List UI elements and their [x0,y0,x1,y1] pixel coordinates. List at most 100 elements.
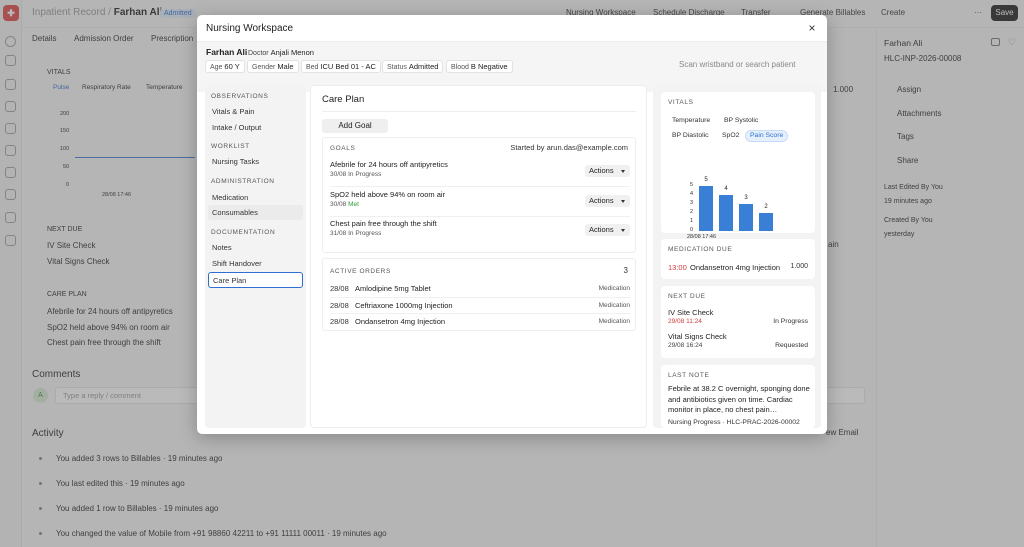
active-orders-box: ACTIVE ORDERS 3 28/08 Amlodipine 5mg Tab… [322,258,636,331]
order-row: 28/08 Amlodipine 5mg Tablet Medication [330,281,630,297]
order-type: Medication [598,285,630,292]
nav-medication[interactable]: Medication [208,190,303,205]
order-date: 28/08 [330,317,349,326]
goal-status: In Progress [348,171,382,178]
last-note-text: Febrile at 38.2 C overnight, sponging do… [668,384,810,414]
goal-actions-dropdown[interactable]: Actions [585,165,630,177]
nav-notes[interactable]: Notes [208,240,303,255]
order-type: Medication [598,318,630,325]
order-date: 28/08 [330,284,349,293]
nav-heading: DOCUMENTATION [211,229,276,236]
nav-care-plan[interactable]: Care Plan [208,272,303,288]
goal-meta: 31/08 In Progress [330,230,381,237]
chart-data-label: 2 [764,204,768,210]
nav-vitals-pain[interactable]: Vitals & Pain [208,104,303,119]
blood-label: Blood [451,64,469,71]
goal-date: 31/08 [330,230,347,237]
next-due-card: NEXT DUE IV Site Check 29/08 11:24 In Pr… [661,286,815,358]
care-plan-title: Care Plan [322,94,365,105]
nav-heading: ADMINISTRATION [211,178,275,185]
order-type: Medication [598,302,630,309]
order-name: Ondansetron 4mg Injection [355,317,446,326]
patient-name: Farhan Ali [206,47,248,57]
goal-name: Chest pain free through the shift [330,219,437,228]
gender-chip: Gender Male [247,60,299,73]
order-date: 28/08 [330,301,349,310]
chart-data-label: 4 [724,186,728,192]
y-tick-label: 0 [689,227,693,233]
last-note-card: LAST NOTE Febrile at 38.2 C overnight, s… [661,365,815,428]
blood-chip: Blood B Negative [446,60,513,73]
orders-count: 3 [623,266,628,275]
order-name: Ceftriaxone 1000mg Injection [355,301,453,310]
dialog-title: Nursing Workspace [206,23,294,34]
vitals-card: VITALS Temperature BP Systolic BP Diasto… [661,92,815,240]
order-row: 28/08 Ondansetron 4mg Injection Medicati… [330,313,630,329]
chart-bar [739,204,753,231]
next-due-when: 29/08 11:24 [668,318,702,325]
last-note-footer: Nursing Progress · HLC-PRAC-2026-00002 [668,419,800,426]
nav-nursing-tasks[interactable]: Nursing Tasks [208,154,303,169]
doctor-info: Doctor Anjali Menon [248,48,314,57]
scan-search-input[interactable]: Scan wristband or search patient [679,60,796,69]
goal-row: Chest pain free through the shift 31/08 … [330,217,630,245]
medication-due-card: MEDICATION DUE 13:00 Ondansetron 4mg Inj… [661,239,815,279]
nav-consumables[interactable]: Consumables [208,205,303,220]
bed-label: Bed [306,64,319,71]
chart-bar [759,213,773,231]
status-value: Admitted [408,62,439,71]
order-row: 28/08 Ceftriaxone 1000mg Injection Medic… [330,297,630,313]
divider [322,111,636,112]
nav-heading: OBSERVATIONS [211,93,269,100]
age-value: 60 Y [224,62,240,71]
close-icon[interactable]: × [805,21,819,35]
goals-label: GOALS [330,145,356,152]
next-due-when: 29/08 16:24 [668,342,703,349]
order-name: Amlodipine 5mg Tablet [355,284,431,293]
goal-date: 30/08 [330,201,347,208]
y-tick-label: 2 [689,209,693,215]
blood-value: B Negative [470,62,508,71]
gender-value: Male [277,62,294,71]
bed-value: ICU Bed 01 - AC [320,62,376,71]
nav-heading: WORKLIST [211,143,250,150]
goal-name: SpO2 held above 94% on room air [330,190,446,199]
y-tick-label: 4 [689,191,693,197]
goal-name: Afebrile for 24 hours off antipyretics [330,160,448,169]
chart-bar [719,195,733,231]
care-plan-panel: Care Plan Add Goal GOALS Started by arun… [310,85,647,428]
started-by: Started by arun.das@example.com [510,143,628,152]
pain-score-chart: 5 4 3 2 1 0 5 4 3 2 28/08 17:46 [661,92,815,240]
goal-meta: 30/08 Met [330,201,359,208]
divider [330,186,630,187]
nursing-workspace-dialog: Nursing Workspace × Farhan Ali Doctor An… [197,15,827,434]
goal-date: 30/08 [330,171,347,178]
y-tick-label: 3 [689,200,693,206]
y-tick-label: 5 [689,182,693,188]
goals-box: GOALS Started by arun.das@example.com Af… [322,137,636,253]
chart-bar [699,186,713,231]
chart-data-label: 3 [744,195,748,201]
age-label: Age [210,64,223,71]
dialog-header: Nursing Workspace × [197,15,827,42]
y-tick-label: 1 [689,218,693,224]
status-chip: Status Admitted [382,60,444,73]
next-due-name: IV Site Check [668,308,714,317]
summary-column: VITALS Temperature BP Systolic BP Diasto… [653,85,821,428]
next-due-name: Vital Signs Check [668,332,727,341]
goal-status: Met [348,201,359,208]
add-goal-button[interactable]: Add Goal [322,119,388,133]
medication-due-time: 13:00 [668,263,687,272]
medication-due-qty: 1.000 [790,263,808,270]
goal-actions-dropdown[interactable]: Actions [585,195,630,207]
nav-shift-handover[interactable]: Shift Handover [208,256,303,271]
goal-row: Afebrile for 24 hours off antipyretics 3… [330,158,630,186]
nav-intake-output[interactable]: Intake / Output [208,120,303,135]
bed-chip: Bed ICU Bed 01 - AC [301,60,381,73]
workspace-nav: OBSERVATIONS Vitals & Pain Intake / Outp… [205,85,306,428]
goal-row: SpO2 held above 94% on room air 30/08 Me… [330,188,630,216]
goal-actions-dropdown[interactable]: Actions [585,224,630,236]
goal-status: In Progress [348,230,382,237]
medication-due-name: Ondansetron 4mg Injection [690,263,781,272]
age-chip: Age 60 Y [205,60,245,73]
